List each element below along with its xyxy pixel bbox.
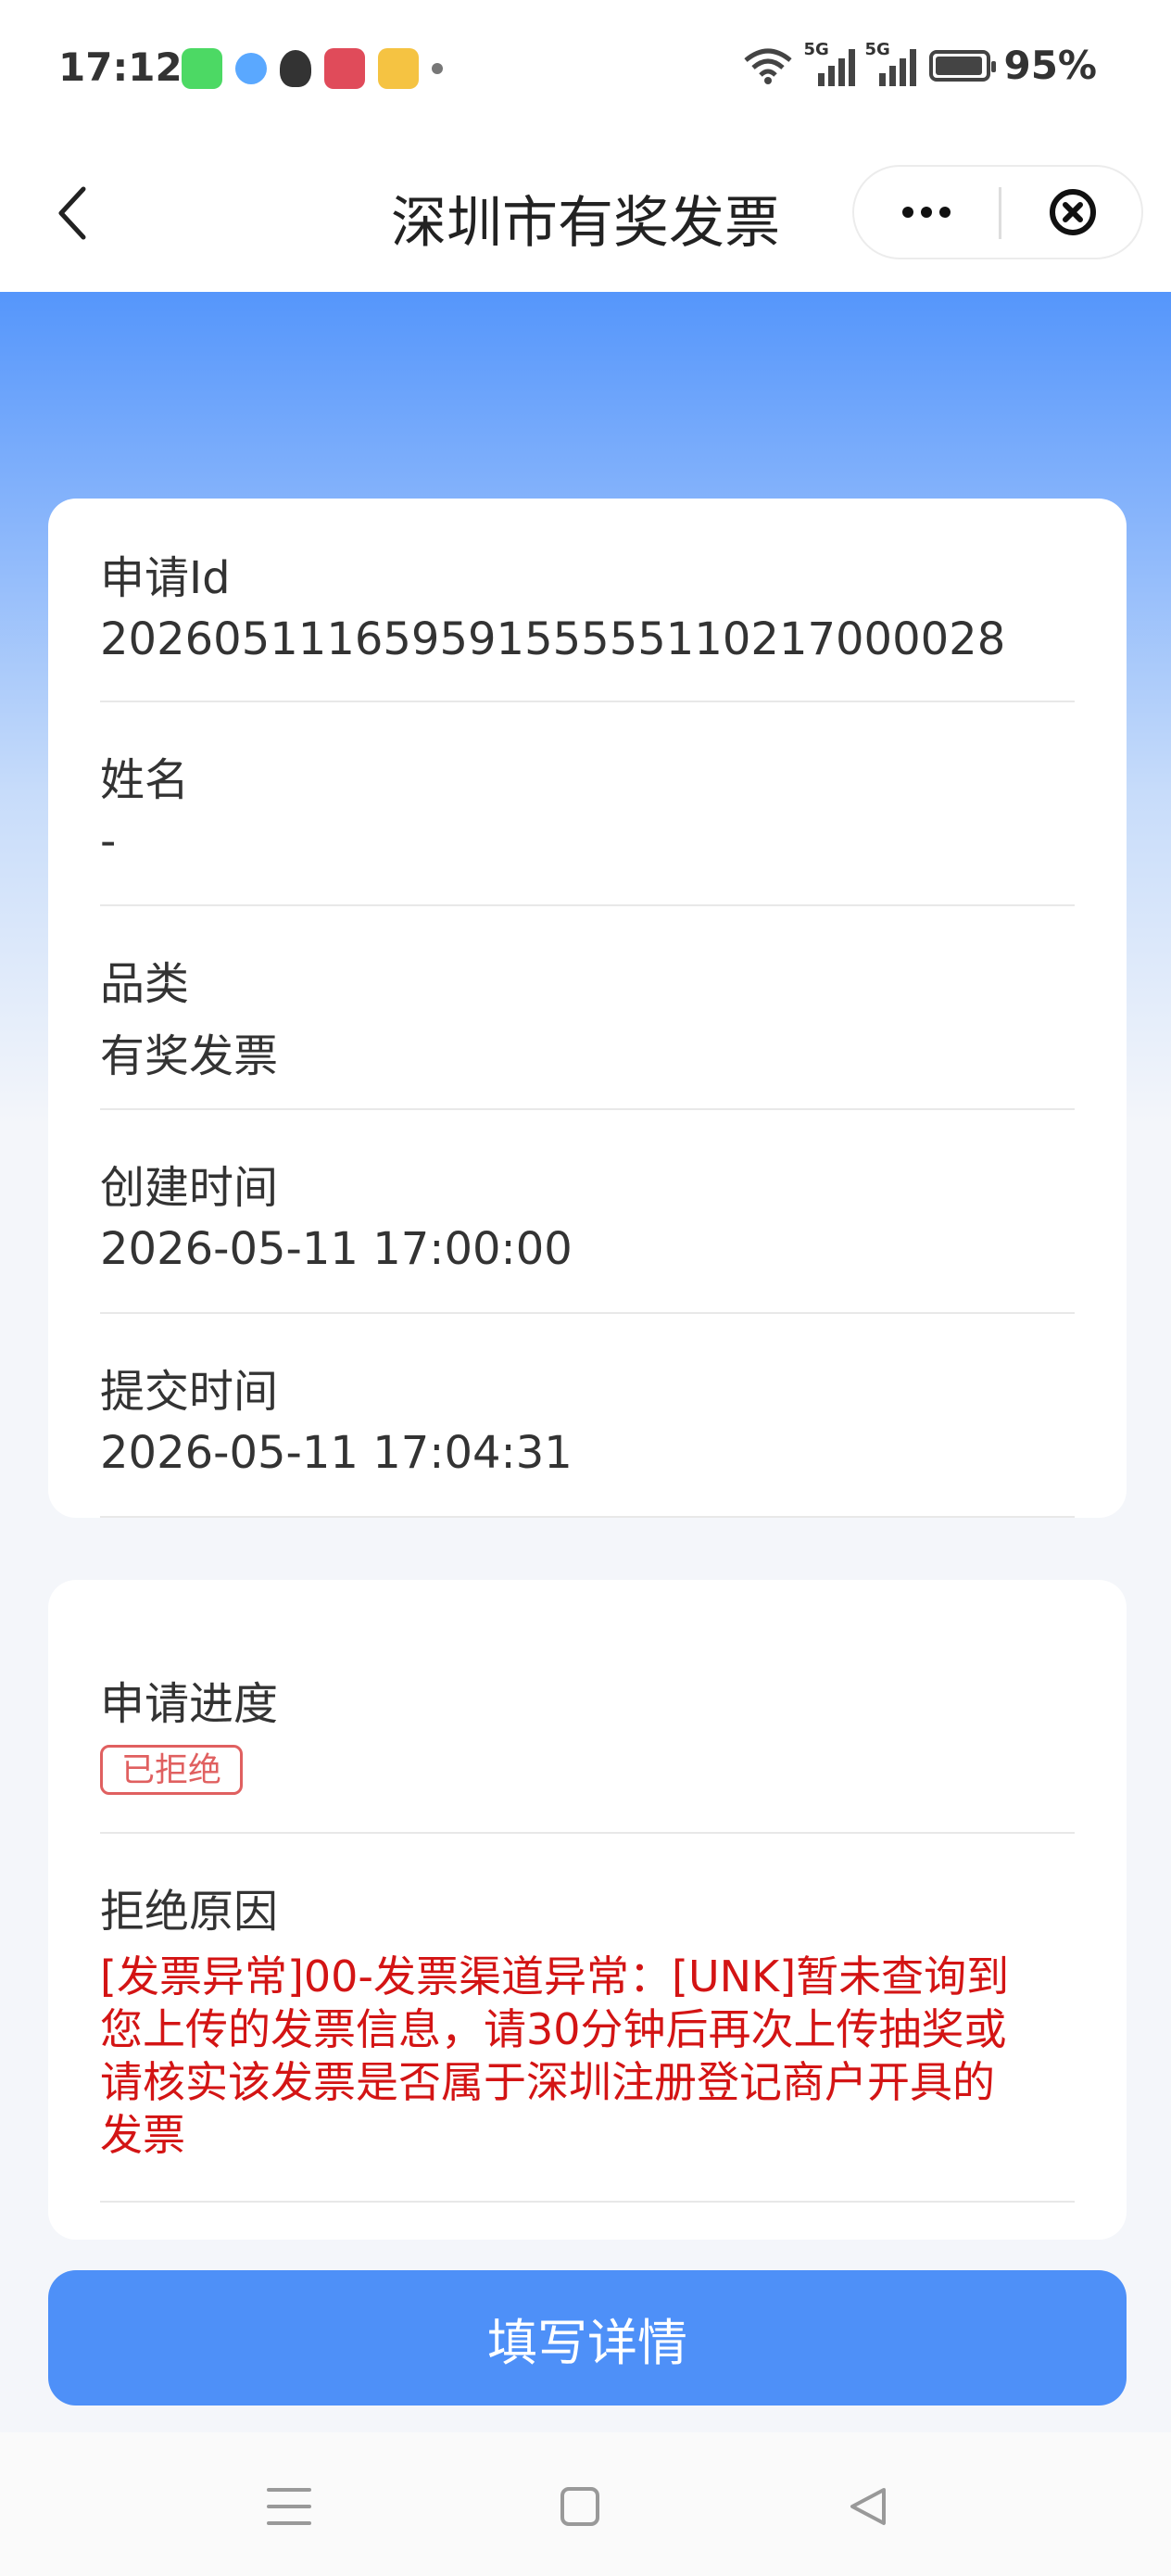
field-value: - bbox=[100, 815, 117, 867]
system-back-button[interactable] bbox=[830, 2469, 904, 2544]
field-value: 20260511165959155555110217000028 bbox=[100, 613, 1006, 665]
more-button[interactable] bbox=[854, 167, 999, 258]
close-circle-icon bbox=[1049, 189, 1096, 235]
field-reject-reason: 拒绝原因 [发票异常]00-发票渠道异常：[UNK]暂未查询到 您上传的发票信息… bbox=[100, 1832, 1075, 2203]
back-triangle-icon bbox=[850, 2488, 886, 2525]
fill-details-button[interactable]: 填写详情 bbox=[48, 2270, 1127, 2406]
close-miniprogram-button[interactable] bbox=[1001, 167, 1143, 258]
menu-icon bbox=[267, 2488, 311, 2525]
notes-icon bbox=[378, 48, 419, 89]
more-dots-icon bbox=[902, 207, 913, 218]
field-label: 创建时间 bbox=[100, 1162, 279, 1214]
home-square-icon bbox=[560, 2487, 599, 2526]
system-icons: 5G 5G 95% bbox=[742, 40, 1097, 88]
nav-bar: 深圳市有奖发票 bbox=[0, 139, 1171, 292]
field-application-id: 申请Id 20260511165959155555110217000028 bbox=[100, 499, 1075, 702]
field-value: 2026-05-11 17:00:00 bbox=[100, 1223, 573, 1275]
field-submitted-time: 提交时间 2026-05-11 17:04:31 bbox=[100, 1312, 1075, 1518]
reason-line: 您上传的发票信息，请30分钟后再次上传抽奖或 bbox=[100, 2004, 1007, 2054]
qq-icon bbox=[280, 50, 311, 87]
cellular-signal-icon: 5G bbox=[803, 40, 856, 86]
more-notifications-icon bbox=[432, 63, 443, 74]
field-label: 姓名 bbox=[100, 754, 190, 806]
home-button[interactable] bbox=[543, 2469, 617, 2544]
application-progress-card: 申请进度 已拒绝 拒绝原因 [发票异常]00-发票渠道异常：[UNK]暂未查询到… bbox=[48, 1580, 1127, 2240]
bank-icon bbox=[324, 48, 365, 89]
field-label: 申请进度 bbox=[100, 1678, 279, 1730]
field-created-time: 创建时间 2026-05-11 17:00:00 bbox=[100, 1108, 1075, 1314]
status-time: 17:12 bbox=[58, 44, 183, 90]
status-bar: 17:12 5G 5G 95% bbox=[0, 0, 1171, 139]
field-name: 姓名 - bbox=[100, 701, 1075, 906]
notification-icons bbox=[182, 48, 443, 89]
field-label: 拒绝原因 bbox=[100, 1886, 279, 1938]
field-category: 品类 有奖发票 bbox=[100, 904, 1075, 1110]
reject-reason-text: [发票异常]00-发票渠道异常：[UNK]暂未查询到 您上传的发票信息，请30分… bbox=[100, 1951, 1075, 2162]
system-navigation-bar bbox=[0, 2432, 1171, 2576]
field-progress: 申请进度 已拒绝 bbox=[100, 1580, 1075, 1834]
wifi-icon bbox=[744, 48, 793, 84]
browser-icon bbox=[235, 53, 267, 84]
battery-icon bbox=[929, 49, 997, 82]
phone-icon bbox=[182, 48, 222, 89]
field-value: 有奖发票 bbox=[100, 1030, 279, 1082]
reason-line: 请核实该发票是否属于深圳注册登记商户开具的 bbox=[100, 2057, 995, 2107]
field-value: 2026-05-11 17:04:31 bbox=[100, 1427, 573, 1479]
menu-button[interactable] bbox=[252, 2469, 326, 2544]
application-info-card: 申请Id 20260511165959155555110217000028 姓名… bbox=[48, 499, 1127, 1518]
battery-level: 95% bbox=[1003, 43, 1097, 88]
reason-line: 发票 bbox=[100, 2110, 185, 2160]
field-label: 品类 bbox=[100, 958, 190, 1010]
cellular-signal-icon: 5G bbox=[864, 40, 917, 86]
reason-line: [发票异常]00-发票渠道异常：[UNK]暂未查询到 bbox=[100, 1951, 1010, 2001]
status-badge: 已拒绝 bbox=[100, 1745, 244, 1795]
field-label: 提交时间 bbox=[100, 1366, 279, 1418]
miniprogram-capsule bbox=[852, 165, 1143, 259]
field-label: 申请Id bbox=[100, 552, 231, 604]
